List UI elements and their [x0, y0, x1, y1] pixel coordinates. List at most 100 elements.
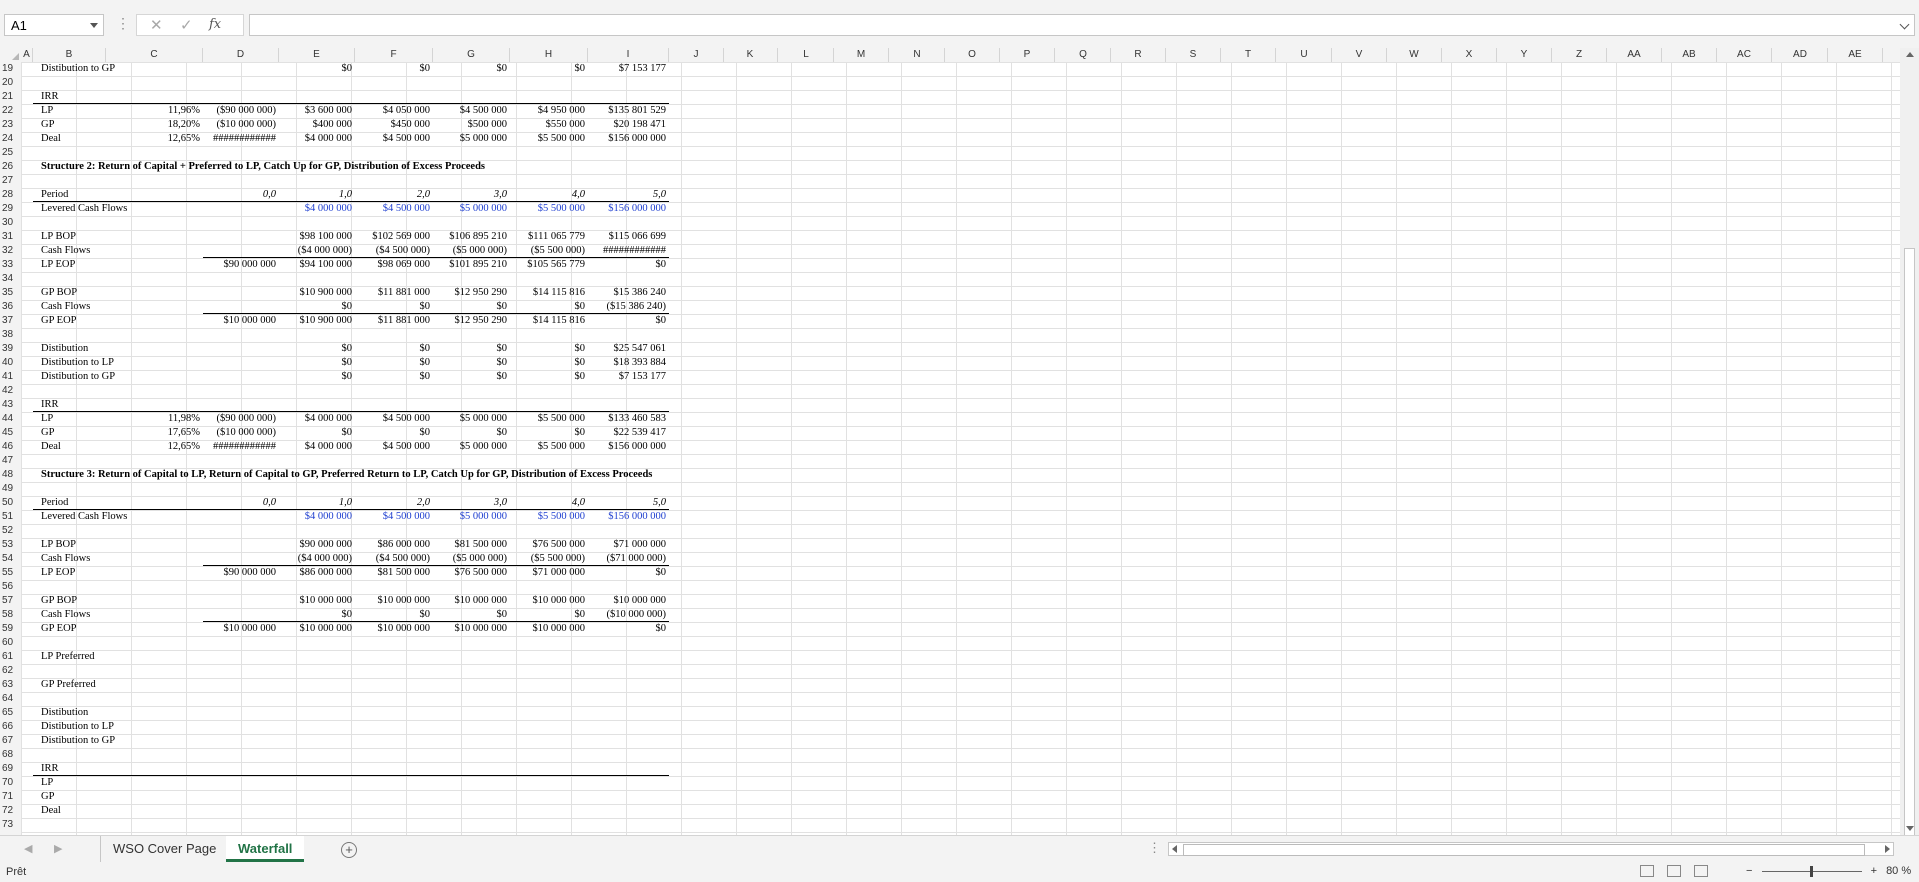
row-header[interactable]: 54: [0, 552, 21, 566]
row-header[interactable]: 52: [0, 524, 21, 538]
cell-e22[interactable]: $3 600 000: [279, 104, 352, 118]
cell-i59[interactable]: $0: [588, 622, 667, 636]
column-header[interactable]: Y: [1497, 48, 1552, 62]
column-header[interactable]: B: [33, 48, 106, 62]
cell-f50[interactable]: 2,0: [355, 496, 430, 510]
cell-f28[interactable]: 2,0: [355, 188, 430, 202]
cell-h44[interactable]: $5 500 000: [510, 412, 585, 426]
cell-e36[interactable]: $0: [279, 300, 353, 314]
row-header[interactable]: 65: [0, 706, 21, 720]
zoom-slider-knob[interactable]: [1809, 865, 1813, 877]
cell-i45[interactable]: $22 539 417: [588, 426, 667, 440]
row-header[interactable]: 35: [0, 286, 21, 300]
cell-f35[interactable]: $11 881 000: [355, 286, 430, 300]
cell-h35[interactable]: $14 115 816: [510, 286, 585, 300]
cell-f53[interactable]: $86 000 000: [355, 538, 431, 552]
cell-g32[interactable]: ($5 000 000): [433, 244, 507, 258]
cell-h36[interactable]: $0: [510, 300, 586, 314]
cell-g19[interactable]: $0: [433, 62, 508, 76]
cell-g37[interactable]: $12 950 290: [433, 314, 508, 328]
cell-f45[interactable]: $0: [355, 426, 431, 440]
cell-i28[interactable]: 5,0: [588, 188, 666, 202]
next-sheet-icon[interactable]: ▶: [54, 842, 62, 855]
cell-h51[interactable]: $5 500 000: [510, 510, 585, 524]
row-header[interactable]: 24: [0, 132, 21, 146]
cell-d50[interactable]: 0,0: [203, 496, 276, 510]
cell-i44[interactable]: $133 460 583: [588, 412, 666, 426]
cell-d23[interactable]: ($10 000 000): [203, 118, 277, 132]
row-header[interactable]: 55: [0, 566, 21, 580]
add-sheet-icon[interactable]: +: [341, 842, 357, 858]
row-header[interactable]: 33: [0, 258, 21, 272]
cell-c46[interactable]: 12,65%: [106, 440, 200, 454]
row-header[interactable]: 48: [0, 468, 21, 482]
cell-i23[interactable]: $20 198 471: [588, 118, 667, 132]
row-header[interactable]: 43: [0, 398, 21, 412]
row-header[interactable]: 42: [0, 384, 21, 398]
column-header[interactable]: I: [588, 48, 669, 62]
row-header[interactable]: 41: [0, 370, 21, 384]
scroll-left-icon[interactable]: [1172, 845, 1177, 853]
cell-h55[interactable]: $71 000 000: [510, 566, 586, 580]
cell-h53[interactable]: $76 500 000: [510, 538, 586, 552]
horizontal-scrollbar[interactable]: [1168, 842, 1894, 856]
row-header[interactable]: 45: [0, 426, 21, 440]
cell-h46[interactable]: $5 500 000: [510, 440, 585, 454]
row-header[interactable]: 40: [0, 356, 21, 370]
column-header[interactable]: C: [106, 48, 203, 62]
column-header[interactable]: F: [355, 48, 433, 62]
vertical-scrollbar[interactable]: [1900, 48, 1919, 848]
column-header[interactable]: U: [1277, 48, 1332, 62]
cell-f37[interactable]: $11 881 000: [355, 314, 430, 328]
column-header[interactable]: W: [1387, 48, 1442, 62]
cell-h54[interactable]: ($5 500 000): [510, 552, 585, 566]
cell-i31[interactable]: $115 066 699: [588, 230, 666, 244]
row-header[interactable]: 37: [0, 314, 21, 328]
cell-g36[interactable]: $0: [433, 300, 508, 314]
page-break-view-icon[interactable]: [1694, 865, 1709, 877]
insert-function-icon[interactable]: fx: [209, 17, 221, 32]
cell-h31[interactable]: $111 065 779: [510, 230, 585, 244]
normal-view-icon[interactable]: [1640, 865, 1654, 877]
row-header[interactable]: 39: [0, 342, 21, 356]
row-header[interactable]: 71: [0, 790, 21, 804]
column-header[interactable]: L: [779, 48, 834, 62]
cell-h50[interactable]: 4,0: [510, 496, 585, 510]
column-header[interactable]: AC: [1717, 48, 1772, 62]
cell-h41[interactable]: $0: [510, 370, 586, 384]
cell-i41[interactable]: $7 153 177: [588, 370, 666, 384]
row-header[interactable]: 73: [0, 818, 21, 832]
cell-e50[interactable]: 1,0: [279, 496, 352, 510]
cell-i50[interactable]: 5,0: [588, 496, 666, 510]
column-header[interactable]: D: [203, 48, 279, 62]
cell-i40[interactable]: $18 393 884: [588, 356, 667, 370]
cell-d28[interactable]: 0,0: [203, 188, 276, 202]
cell-e24[interactable]: $4 000 000: [279, 132, 352, 146]
row-header[interactable]: 66: [0, 720, 21, 734]
cell-f33[interactable]: $98 069 000: [355, 258, 431, 272]
column-header[interactable]: Q: [1056, 48, 1111, 62]
cell-g28[interactable]: 3,0: [433, 188, 507, 202]
cell-g31[interactable]: $106 895 210: [433, 230, 507, 244]
row-header[interactable]: 22: [0, 104, 21, 118]
cell-d37[interactable]: $10 000 000: [203, 314, 277, 328]
row-header[interactable]: 21: [0, 90, 21, 104]
cell-g59[interactable]: $10 000 000: [433, 622, 508, 636]
cell-h45[interactable]: $0: [510, 426, 586, 440]
cell-h58[interactable]: $0: [510, 608, 586, 622]
cell-f31[interactable]: $102 569 000: [355, 230, 430, 244]
row-header[interactable]: 68: [0, 748, 21, 762]
cell-g53[interactable]: $81 500 000: [433, 538, 508, 552]
cell-h19[interactable]: $0: [510, 62, 586, 76]
cell-f51[interactable]: $4 500 000: [355, 510, 430, 524]
cell-h29[interactable]: $5 500 000: [510, 202, 585, 216]
cell-g55[interactable]: $76 500 000: [433, 566, 508, 580]
cell-f59[interactable]: $10 000 000: [355, 622, 431, 636]
cell-d24[interactable]: ############: [203, 132, 276, 146]
cell-f54[interactable]: ($4 500 000): [355, 552, 430, 566]
row-header[interactable]: 50: [0, 496, 21, 510]
cell-i55[interactable]: $0: [588, 566, 667, 580]
cell-i46[interactable]: $156 000 000: [588, 440, 666, 454]
row-header[interactable]: 60: [0, 636, 21, 650]
cell-i22[interactable]: $135 801 529: [588, 104, 666, 118]
